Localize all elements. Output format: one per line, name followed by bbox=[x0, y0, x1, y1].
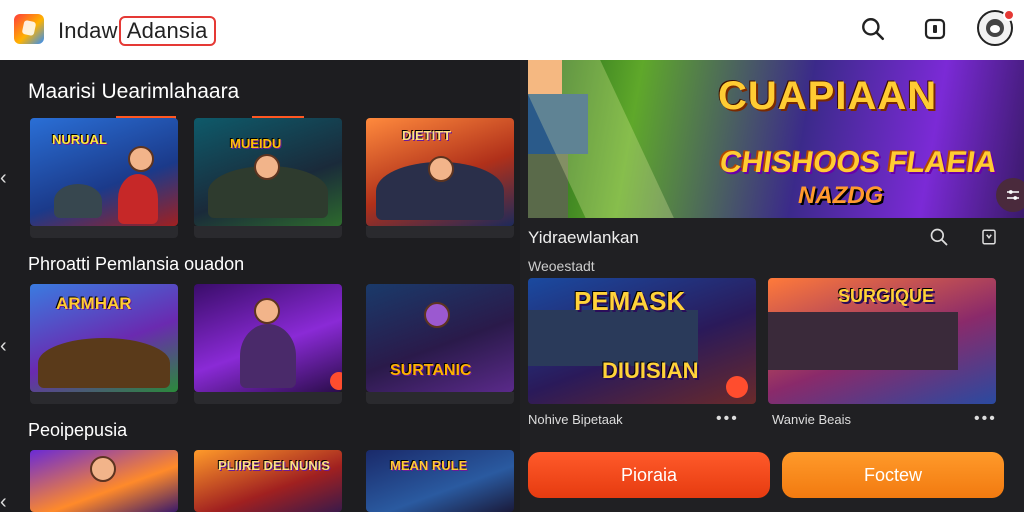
app-logo[interactable] bbox=[14, 14, 44, 44]
card-shadow bbox=[30, 392, 178, 404]
tablet-icon[interactable] bbox=[920, 14, 950, 44]
card-caption: Wanvie Beais bbox=[772, 412, 851, 427]
crowd-figures bbox=[54, 184, 102, 218]
crowd-figures bbox=[38, 338, 170, 388]
primary-button[interactable]: Pioraia bbox=[528, 452, 770, 498]
hero-figure bbox=[768, 278, 802, 312]
hero-figure bbox=[90, 456, 116, 482]
section-title-2: Phroatti Pemlansia ouadon bbox=[28, 254, 245, 274]
more-options-icon[interactable]: ••• bbox=[974, 410, 997, 428]
brand-highlight: Adansia bbox=[118, 16, 216, 46]
card-title-2: DIUISIAN bbox=[602, 358, 699, 383]
right-panel: CUAPIAAN CHISHOOS FLAEIA NAZDG Yidraewla… bbox=[520, 60, 1024, 512]
featured-banner[interactable]: CUAPIAAN CHISHOOS FLAEIA NAZDG bbox=[528, 60, 1024, 218]
hero-body bbox=[240, 324, 296, 388]
settings-sliders-icon[interactable] bbox=[996, 178, 1024, 212]
play-badge[interactable] bbox=[330, 372, 342, 390]
card-shadow bbox=[194, 226, 342, 238]
avatar-face bbox=[986, 19, 1004, 37]
hero-figure bbox=[428, 156, 454, 182]
game-card-4[interactable]: ARMHAR bbox=[30, 284, 178, 392]
play-badge[interactable] bbox=[726, 376, 748, 398]
game-card-7[interactable] bbox=[30, 450, 178, 512]
card-title: PLIIRE DELNUNIS bbox=[218, 458, 330, 473]
hero-figure bbox=[528, 278, 560, 310]
card-shadow bbox=[194, 392, 342, 404]
banner-title-2: CHISHOOS FLAEIA bbox=[717, 146, 1000, 179]
card-title: MEAN RULE bbox=[390, 458, 468, 473]
banner-title-1: CUAPIAAN bbox=[718, 74, 938, 118]
card-caption: Nohive Bipetaak bbox=[528, 412, 623, 427]
brand-name: Indaw Adansia bbox=[58, 16, 216, 46]
search-icon[interactable] bbox=[858, 14, 888, 44]
game-card-3[interactable]: DIETITT bbox=[366, 118, 514, 226]
hero-figure bbox=[128, 146, 154, 172]
card-shadow bbox=[30, 226, 178, 238]
secondary-button[interactable]: Foctew bbox=[782, 452, 1004, 498]
notification-dot bbox=[1003, 9, 1015, 21]
hero-body bbox=[118, 174, 158, 224]
crowd-figures bbox=[768, 312, 958, 370]
game-card-1[interactable]: NURUAL bbox=[30, 118, 178, 226]
panel-subtitle: Weoestadt bbox=[528, 258, 595, 274]
search-icon[interactable] bbox=[928, 226, 950, 248]
section-title-1: Maarisi Uearimlahaara bbox=[28, 80, 240, 103]
card-title: DIETITT bbox=[402, 128, 452, 143]
chevron-left-icon[interactable]: ‹ bbox=[0, 168, 14, 188]
card-title: NURUAL bbox=[52, 132, 107, 147]
game-card-8[interactable]: PLIIRE DELNUNIS bbox=[194, 450, 342, 512]
featured-card-2[interactable]: SURGIQUE bbox=[768, 278, 996, 404]
game-card-9[interactable]: MEAN RULE bbox=[366, 450, 514, 512]
top-bar: Indaw Adansia bbox=[0, 0, 1024, 60]
section-title-3: Peoipepusia bbox=[28, 420, 128, 440]
card-title: MUEIDU bbox=[230, 136, 282, 151]
game-card-5[interactable] bbox=[194, 284, 342, 392]
card-title: ARMHAR bbox=[56, 294, 132, 313]
hero-figure bbox=[254, 298, 280, 324]
hero-figure bbox=[254, 154, 280, 180]
chevron-left-icon[interactable]: ‹ bbox=[0, 492, 14, 512]
card-shadow bbox=[366, 226, 514, 238]
left-panel: Maarisi Uearimlahaara ‹ NURUAL MUEIDU DI… bbox=[0, 60, 520, 512]
bookmark-icon[interactable] bbox=[978, 226, 1000, 248]
hero-figure bbox=[424, 302, 450, 328]
chevron-left-icon[interactable]: ‹ bbox=[0, 336, 14, 356]
panel-title: Yidraewlankan bbox=[528, 228, 639, 247]
game-card-2[interactable]: MUEIDU bbox=[194, 118, 342, 226]
featured-card-1[interactable]: PEMASK DIUISIAN bbox=[528, 278, 756, 404]
brand-prefix: Indaw bbox=[58, 18, 118, 43]
card-title: SURTANIC bbox=[390, 362, 472, 379]
card-title: PEMASK bbox=[574, 286, 686, 316]
avatar-icon[interactable] bbox=[977, 9, 1015, 46]
more-options-icon[interactable]: ••• bbox=[716, 410, 739, 428]
banner-title-3: NAZDG bbox=[798, 182, 884, 209]
game-card-6[interactable]: SURTANIC bbox=[366, 284, 514, 392]
card-title: SURGIQUE bbox=[838, 286, 935, 306]
card-shadow bbox=[366, 392, 514, 404]
